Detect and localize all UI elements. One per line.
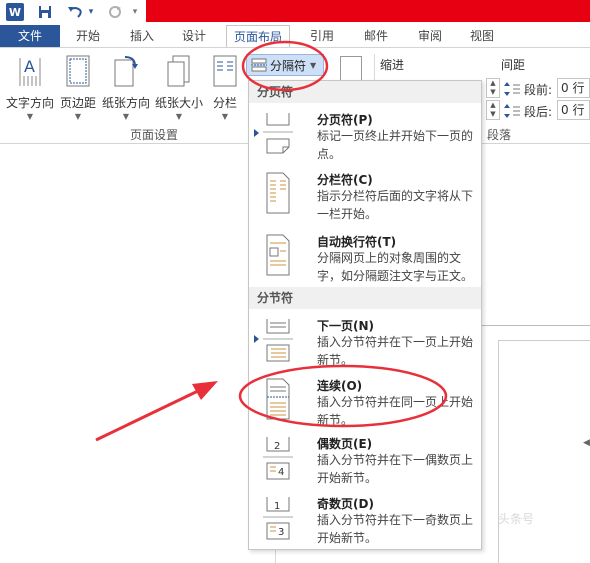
- annotation-arrow-shaft: [95, 388, 201, 442]
- annotation-overlay: [95, 40, 448, 442]
- annotation-arrow-head: [192, 381, 218, 400]
- watermark-text: 头条号: [498, 512, 535, 526]
- highlight-ellipse-breaks: [241, 40, 329, 92]
- highlight-ellipse-continuous: [238, 364, 448, 428]
